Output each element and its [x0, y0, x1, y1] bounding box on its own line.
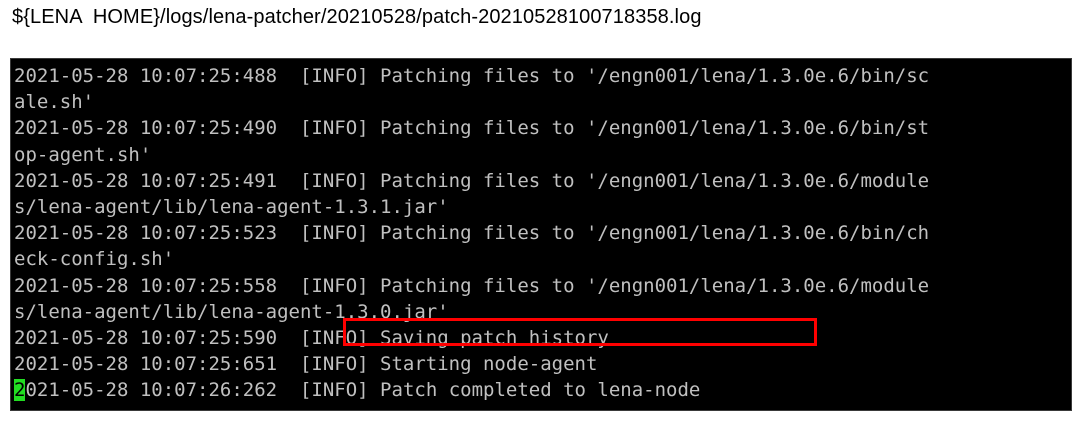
terminal-line: 2021-05-28 10:07:25:590 [INFO] Saving pa…: [14, 326, 609, 349]
terminal-line: ale.sh': [14, 91, 95, 114]
terminal-line: eck-config.sh': [14, 248, 175, 271]
terminal-line: op-agent.sh': [14, 143, 152, 166]
terminal-line: 2021-05-28 10:07:25:523 [INFO] Patching …: [14, 222, 930, 245]
terminal-line: s/lena-agent/lib/lena-agent-1.3.0.jar': [14, 300, 449, 323]
terminal-window[interactable]: 2021-05-28 10:07:25:488 [INFO] Patching …: [10, 58, 1072, 411]
terminal-cursor: 2: [14, 379, 26, 402]
terminal-line: 2021-05-28 10:07:25:488 [INFO] Patching …: [14, 65, 930, 87]
terminal-line: 2021-05-28 10:07:25:490 [INFO] Patching …: [14, 117, 930, 140]
log-file-path-caption: ${LENA HOME}/logs/lena-patcher/20210528/…: [12, 6, 702, 28]
terminal-line: 2021-05-28 10:07:25:491 [INFO] Patching …: [14, 169, 930, 192]
terminal-line-last: 2021-05-28 10:07:26:262 [INFO] Patch com…: [14, 377, 929, 403]
terminal-output: 2021-05-28 10:07:25:488 [INFO] Patching …: [14, 63, 929, 403]
terminal-line: s/lena-agent/lib/lena-agent-1.3.1.jar': [14, 195, 449, 218]
terminal-line: 2021-05-28 10:07:25:651 [INFO] Starting …: [14, 353, 598, 376]
terminal-line: 2021-05-28 10:07:25:558 [INFO] Patching …: [14, 274, 930, 297]
terminal-line-last-text: 021-05-28 10:07:26:262 [INFO] Patch comp…: [25, 379, 701, 402]
